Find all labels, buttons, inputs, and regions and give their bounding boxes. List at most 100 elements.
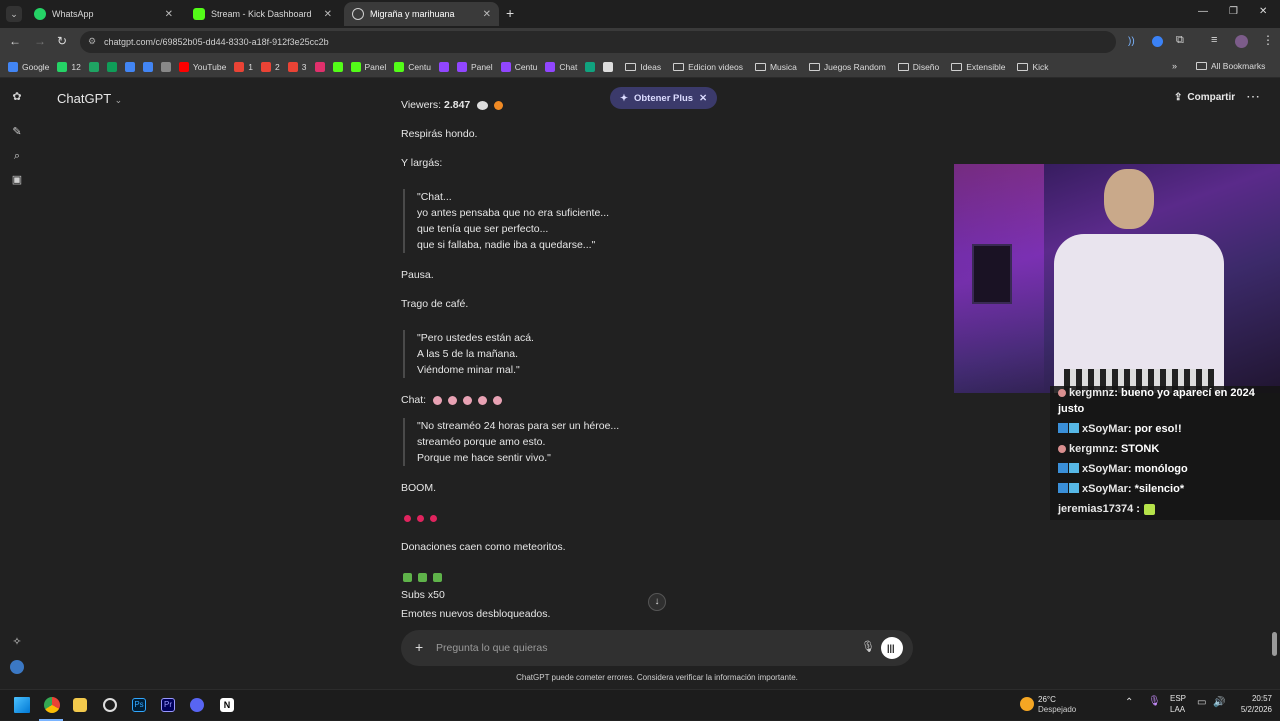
close-tab-icon[interactable]: ✕	[483, 9, 491, 20]
notion-icon[interactable]: N	[220, 698, 234, 712]
folder-icon	[673, 62, 685, 71]
bookmark-item[interactable]: Chat	[545, 61, 577, 72]
bookmark-item[interactable]: 2	[261, 61, 280, 72]
new-tab-icon[interactable]: +	[506, 5, 514, 21]
message-line: Y largás:	[401, 157, 443, 169]
bookmark-folder-label: Diseño	[912, 61, 940, 72]
new-chat-icon[interactable]: ✎	[11, 126, 23, 138]
keyboard-layout[interactable]: LAA	[1170, 705, 1185, 714]
maximize-icon[interactable]: ❐	[1229, 6, 1238, 17]
profile-avatar[interactable]	[1235, 35, 1248, 48]
extension-icon[interactable]	[1152, 36, 1163, 47]
volume-icon[interactable]: 🔊	[1213, 697, 1225, 708]
bookmark-item[interactable]	[332, 61, 343, 72]
eyes-emoji-icon	[477, 100, 489, 110]
address-bar[interactable]: ⚙ chatgpt.com/c/69852b05-dd44-8330-a18f-…	[80, 31, 1116, 53]
tab-kick-dashboard[interactable]: Stream - Kick Dashboard ✕	[185, 2, 340, 26]
minimize-icon[interactable]: —	[1198, 6, 1208, 17]
bookmark-item[interactable]: Google	[8, 61, 49, 72]
bookmark-folder[interactable]: Edicion videos	[673, 62, 743, 72]
extension-icon[interactable]: ))	[1128, 36, 1138, 47]
bookmark-item[interactable]: 3	[287, 61, 307, 72]
bookmark-item[interactable]: YouTube	[178, 61, 226, 72]
bookmark-item[interactable]	[603, 61, 614, 72]
bookmark-item[interactable]: Panel	[456, 61, 493, 72]
user-avatar[interactable]	[10, 660, 24, 674]
prompt-input[interactable]	[436, 639, 836, 657]
network-icon[interactable]: ▭	[1197, 697, 1206, 708]
clock-time[interactable]: 20:57	[1232, 694, 1272, 703]
site-info-icon[interactable]: ⚙	[88, 36, 96, 47]
weather-sun-icon[interactable]	[1020, 697, 1034, 711]
photoshop-icon[interactable]: Ps	[132, 698, 146, 712]
message-line: Trago de café.	[401, 298, 469, 310]
bookmark-folder[interactable]: Musica	[754, 62, 797, 72]
bookmark-item[interactable]: 1	[234, 61, 253, 72]
file-explorer-icon[interactable]	[73, 698, 87, 712]
bookmark-item[interactable]	[314, 61, 325, 72]
bookmark-label: 3	[301, 61, 307, 72]
all-bookmarks[interactable]: All Bookmarks	[1196, 61, 1265, 71]
forward-icon[interactable]: →	[34, 34, 46, 48]
bookmark-favicon-icon	[124, 61, 135, 72]
sparkle-icon[interactable]: ✧	[11, 636, 23, 648]
bookmark-favicon-icon	[261, 61, 272, 72]
money-emoji-icon	[403, 572, 412, 582]
share-button[interactable]: ⇪ Compartir	[1174, 92, 1235, 103]
library-icon[interactable]: ▣	[11, 174, 23, 186]
bookmark-item[interactable]	[142, 61, 153, 72]
bookmark-folder[interactable]: Diseño	[897, 61, 940, 72]
bookmark-folder[interactable]: Juegos Random	[808, 62, 886, 72]
input-language[interactable]: ESP	[1170, 694, 1186, 703]
badge-icon	[1058, 463, 1068, 473]
model-selector[interactable]: ChatGPT ⌄	[57, 91, 122, 106]
clock-date[interactable]: 5/2/2026	[1227, 705, 1272, 714]
bookmark-item[interactable]	[160, 61, 171, 72]
menu-icon[interactable]: ⋮	[1262, 33, 1274, 47]
scroll-down-button[interactable]: ↓	[648, 593, 666, 611]
more-bookmarks-icon[interactable]: »	[1172, 61, 1177, 71]
discord-icon[interactable]	[190, 698, 204, 712]
bookmark-item[interactable]	[438, 61, 449, 72]
microphone-icon[interactable]: 🎙	[861, 640, 875, 653]
extensions-puzzle-icon[interactable]: ⧉	[1176, 34, 1184, 47]
tab-chatgpt[interactable]: Migraña y marihuana ✕	[344, 2, 499, 26]
voice-mode-button[interactable]: |||	[881, 637, 903, 659]
get-plus-button[interactable]: ✦ Obtener Plus ✕	[610, 87, 718, 109]
search-icon[interactable]: ⌕	[11, 150, 23, 162]
windows-start-icon[interactable]	[14, 697, 30, 713]
close-icon[interactable]: ✕	[699, 93, 707, 104]
bookmark-favicon-icon	[394, 61, 405, 72]
reload-icon[interactable]: ↻	[57, 34, 67, 48]
tab-list-icon[interactable]: ≡	[1211, 34, 1217, 46]
bookmark-item[interactable]: Centu	[394, 61, 431, 72]
bookmark-item[interactable]: 12	[57, 61, 81, 72]
bookmark-item[interactable]	[88, 61, 99, 72]
bookmark-item[interactable]: Centu	[500, 61, 537, 72]
weather-temp: 26°C	[1038, 695, 1056, 704]
bookmark-item[interactable]	[585, 61, 596, 72]
attach-plus-icon[interactable]: +	[415, 639, 423, 655]
tab-search-icon[interactable]: ⌄	[6, 6, 22, 22]
more-options-icon[interactable]: ⋯	[1246, 88, 1260, 105]
mic-tray-icon[interactable]: 🎙	[1148, 696, 1161, 707]
close-tab-icon[interactable]: ✕	[324, 9, 332, 20]
back-icon[interactable]: ←	[9, 34, 21, 48]
premiere-icon[interactable]: Pr	[161, 698, 175, 712]
bookmark-item[interactable]	[124, 61, 135, 72]
close-window-icon[interactable]: ✕	[1259, 6, 1267, 17]
scrollbar[interactable]	[1272, 632, 1277, 656]
tray-chevron-up-icon[interactable]: ⌃	[1125, 697, 1133, 708]
close-tab-icon[interactable]: ✕	[165, 9, 173, 20]
bookmark-item[interactable]: Panel	[350, 61, 386, 72]
chat-message: xSoyMar: por eso!!	[1058, 423, 1182, 435]
bookmark-item[interactable]	[106, 61, 117, 72]
tab-whatsapp[interactable]: WhatsApp ✕	[26, 2, 181, 26]
obs-icon[interactable]	[103, 698, 117, 712]
bookmark-folder[interactable]: Extensible	[951, 62, 1005, 72]
chatgpt-logo-icon[interactable]: ✿	[11, 91, 23, 103]
bookmark-folder[interactable]: Kick	[1017, 62, 1049, 72]
chrome-icon[interactable]	[44, 697, 60, 713]
bookmark-folder[interactable]: Ideas	[625, 62, 661, 72]
quote-line: "Chat...	[417, 191, 452, 203]
